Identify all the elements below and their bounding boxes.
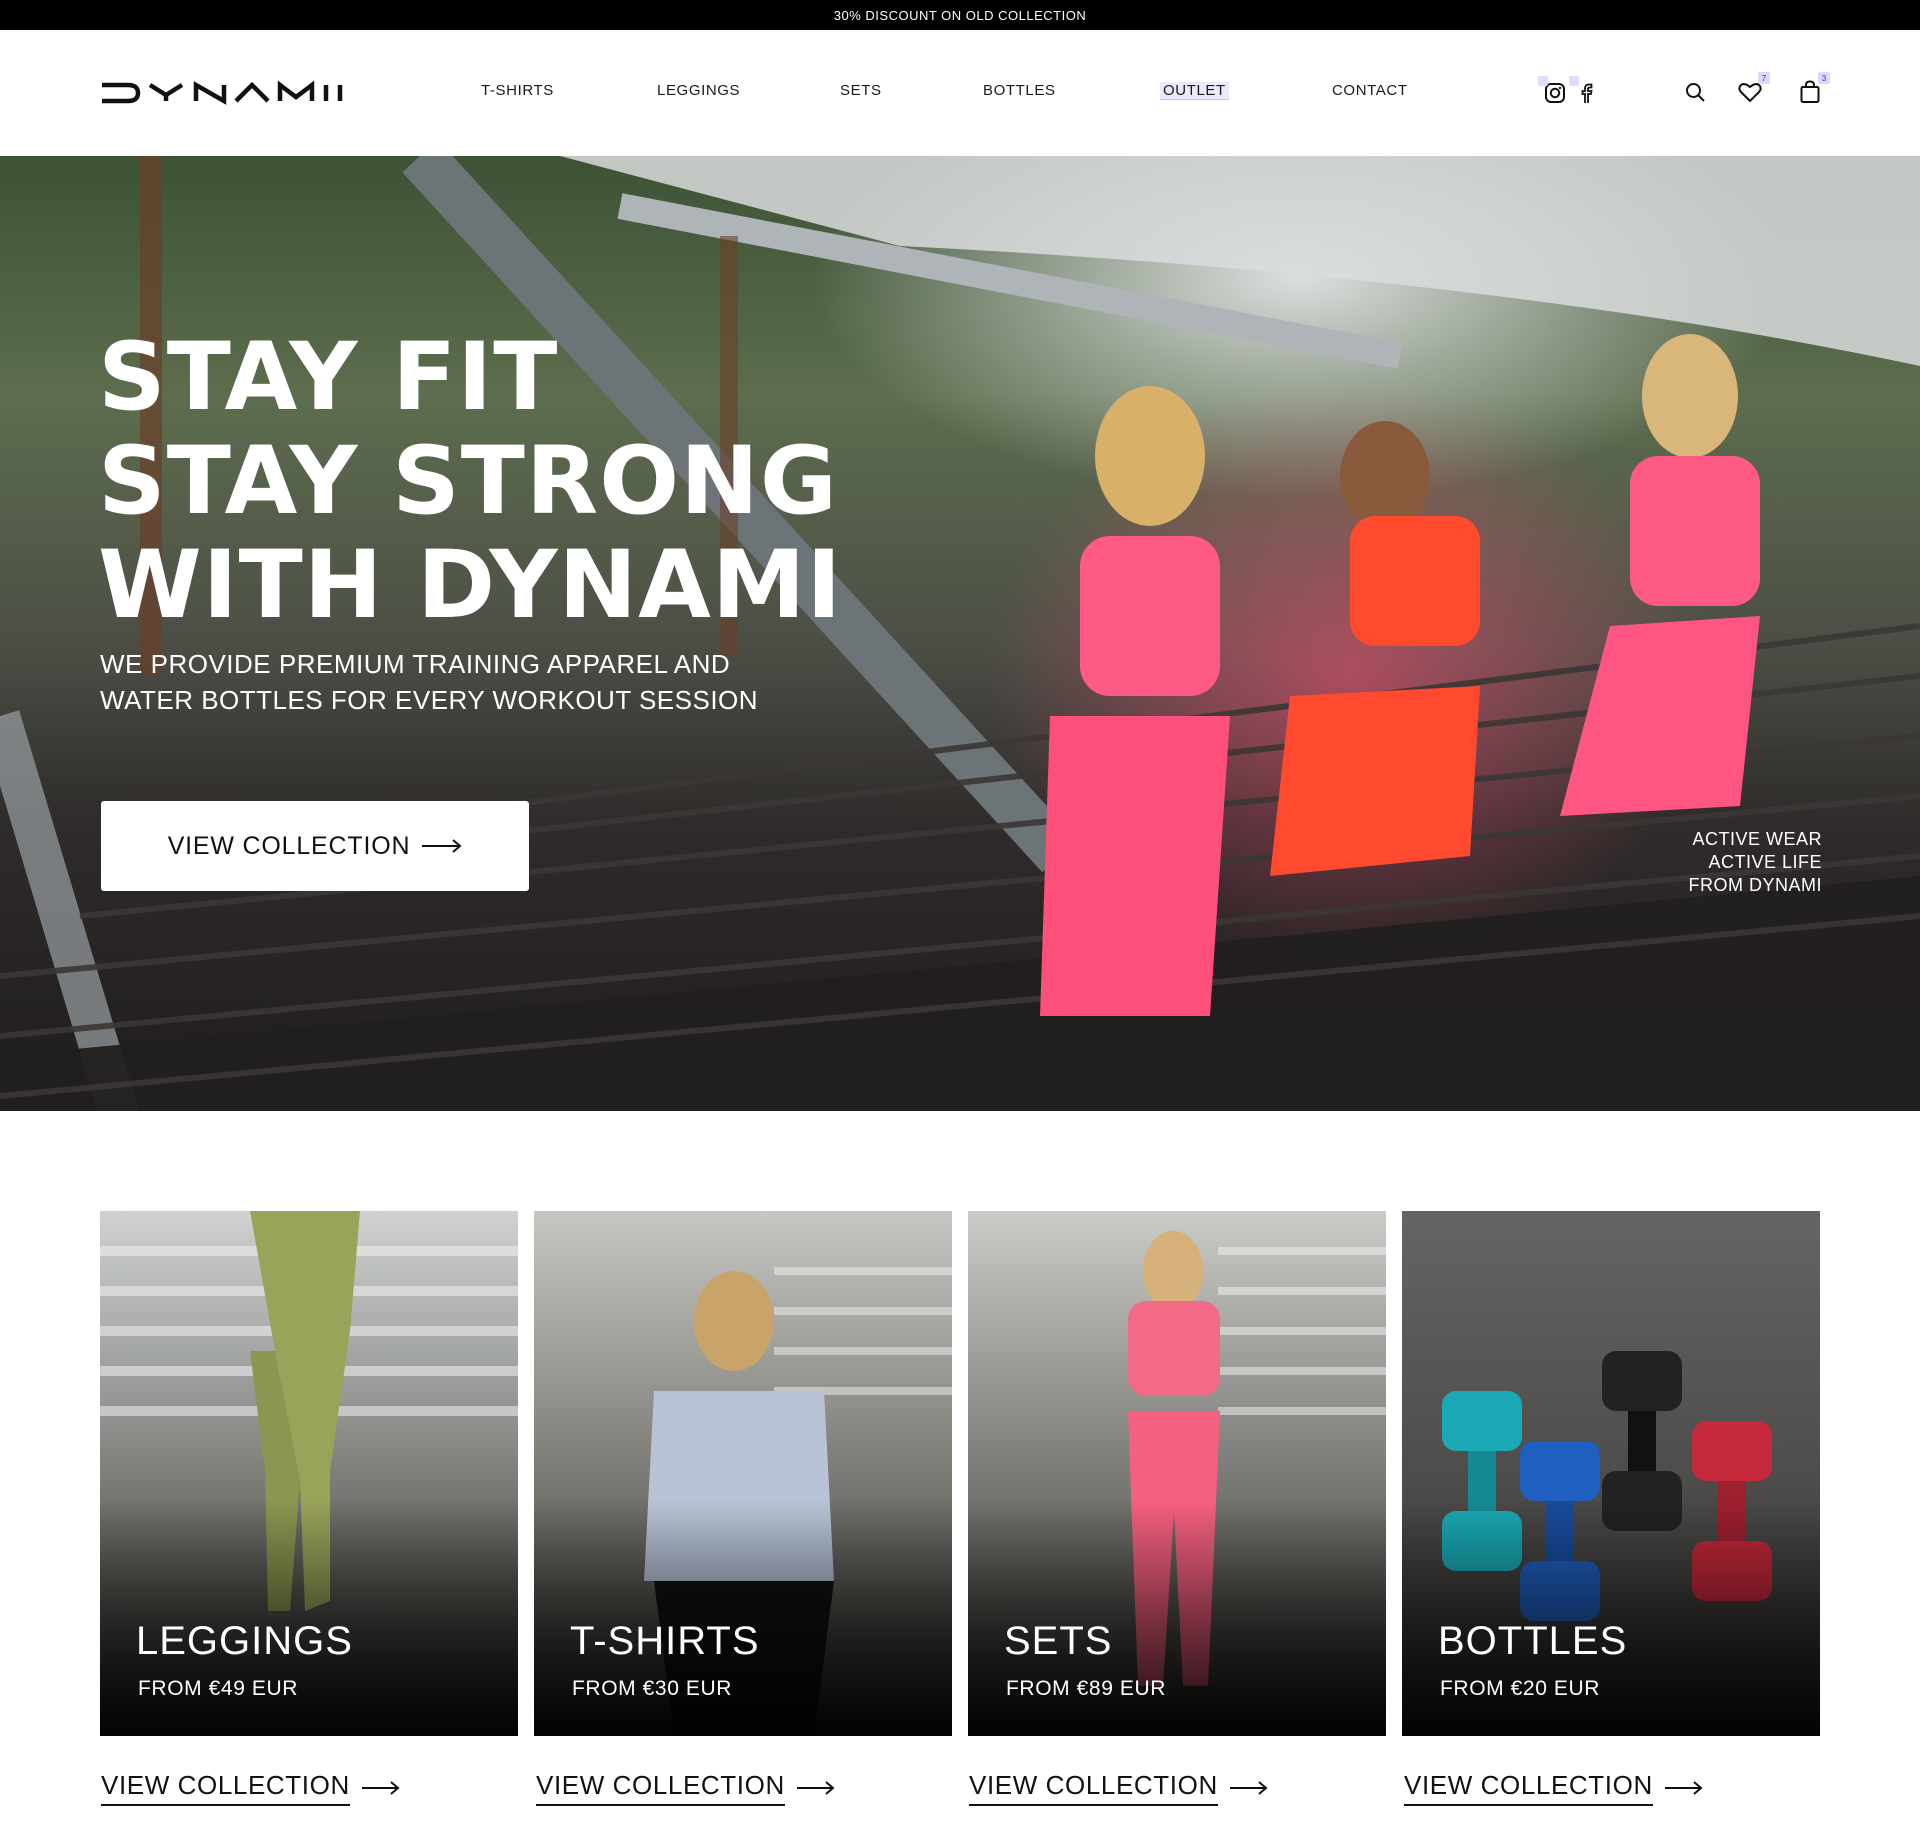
search-button[interactable] xyxy=(1681,78,1709,106)
cta-label: VIEW COLLECTION xyxy=(1404,1770,1653,1806)
nav-tshirts[interactable]: T-SHIRTS xyxy=(481,82,554,99)
nav-leggings[interactable]: LEGGINGS xyxy=(657,82,740,99)
arrow-right-icon xyxy=(796,1781,835,1795)
card-title-leggings: LEGGINGS xyxy=(136,1619,353,1663)
cart-button[interactable]: 3 xyxy=(1796,72,1830,106)
hero-button-label: VIEW COLLECTION xyxy=(167,831,411,860)
hero-banner: STAY FIT STAY STRONG WITH DYNAMI WE PROV… xyxy=(0,156,1920,1111)
cta-label: VIEW COLLECTION xyxy=(969,1770,1218,1806)
card-price-tshirts: FROM €30 EUR xyxy=(572,1677,733,1700)
site-header: T-SHIRTS LEGGINGS SETS BOTTLES OUTLET CO… xyxy=(0,30,1920,156)
card-price-bottles: FROM €20 EUR xyxy=(1440,1677,1601,1700)
instagram-badge xyxy=(1538,76,1548,86)
arrow-right-icon xyxy=(1664,1781,1703,1795)
facebook-badge xyxy=(1569,76,1579,86)
hero-title-line-2: STAY STRONG xyxy=(98,427,839,536)
wishlist-count-badge: 7 xyxy=(1758,72,1770,84)
hero-title-line-3: WITH DYNAMI xyxy=(98,531,843,640)
hero-title: STAY FIT STAY STRONG WITH DYNAMI xyxy=(98,326,842,638)
announcement-bar: 30% DISCOUNT ON OLD COLLECTION xyxy=(0,0,1920,30)
wishlist-button[interactable]: 7 xyxy=(1736,72,1770,106)
leggings-view-collection-link[interactable]: VIEW COLLECTION xyxy=(101,1770,400,1806)
card-price-sets: FROM €89 EUR xyxy=(1006,1677,1167,1700)
nav-contact[interactable]: CONTACT xyxy=(1332,82,1408,99)
nav-bottles[interactable]: BOTTLES xyxy=(983,82,1056,99)
hero-subtitle-line-1: WE PROVIDE PREMIUM TRAINING APPAREL AND xyxy=(100,649,731,679)
nav-outlet[interactable]: OUTLET xyxy=(1160,82,1229,100)
hero-tagline-line-2: ACTIVE LIFE xyxy=(1708,852,1822,872)
hero-tagline-line-3: FROM DYNAMI xyxy=(1688,875,1822,895)
tshirts-view-collection-link[interactable]: VIEW COLLECTION xyxy=(536,1770,835,1806)
category-card-sets[interactable]: SETS FROM €89 EUR xyxy=(968,1211,1386,1736)
hero-subtitle-line-2: WATER BOTTLES FOR EVERY WORKOUT SESSION xyxy=(100,685,759,715)
card-title-tshirts: T-SHIRTS xyxy=(570,1619,760,1663)
hero-subtitle: WE PROVIDE PREMIUM TRAINING APPAREL AND … xyxy=(100,646,860,718)
facebook-link[interactable] xyxy=(1569,76,1600,107)
bag-icon xyxy=(1800,80,1820,103)
brand-logo[interactable] xyxy=(100,77,352,109)
hero-view-collection-button[interactable]: VIEW COLLECTION xyxy=(101,801,529,891)
bottles-view-collection-link[interactable]: VIEW COLLECTION xyxy=(1404,1770,1703,1806)
sets-view-collection-link[interactable]: VIEW COLLECTION xyxy=(969,1770,1268,1806)
announcement-text: 30% DISCOUNT ON OLD COLLECTION xyxy=(833,7,1087,23)
dynami-logo-icon xyxy=(102,80,343,105)
category-card-bottles[interactable]: BOTTLES FROM €20 EUR xyxy=(1402,1211,1820,1736)
arrow-right-icon xyxy=(361,1781,400,1795)
card-title-bottles: BOTTLES xyxy=(1438,1619,1628,1663)
cta-label: VIEW COLLECTION xyxy=(101,1770,350,1806)
search-icon xyxy=(1686,83,1705,102)
hero-tagline: ACTIVE WEAR ACTIVE LIFE FROM DYNAMI xyxy=(1689,828,1823,897)
hero-title-line-1: STAY FIT xyxy=(98,323,559,432)
category-card-leggings[interactable]: LEGGINGS FROM €49 EUR xyxy=(100,1211,518,1736)
arrow-right-icon xyxy=(1229,1781,1268,1795)
cart-count-badge: 3 xyxy=(1818,72,1830,84)
hero-tagline-line-1: ACTIVE WEAR xyxy=(1692,829,1822,849)
category-card-tshirts[interactable]: T-SHIRTS FROM €30 EUR xyxy=(534,1211,952,1736)
nav-sets[interactable]: SETS xyxy=(840,82,882,99)
instagram-link[interactable] xyxy=(1538,76,1569,107)
arrow-right-icon xyxy=(422,839,462,853)
heart-icon xyxy=(1738,83,1762,102)
cta-label: VIEW COLLECTION xyxy=(536,1770,785,1806)
card-price-leggings: FROM €49 EUR xyxy=(138,1677,299,1700)
card-title-sets: SETS xyxy=(1004,1619,1113,1663)
